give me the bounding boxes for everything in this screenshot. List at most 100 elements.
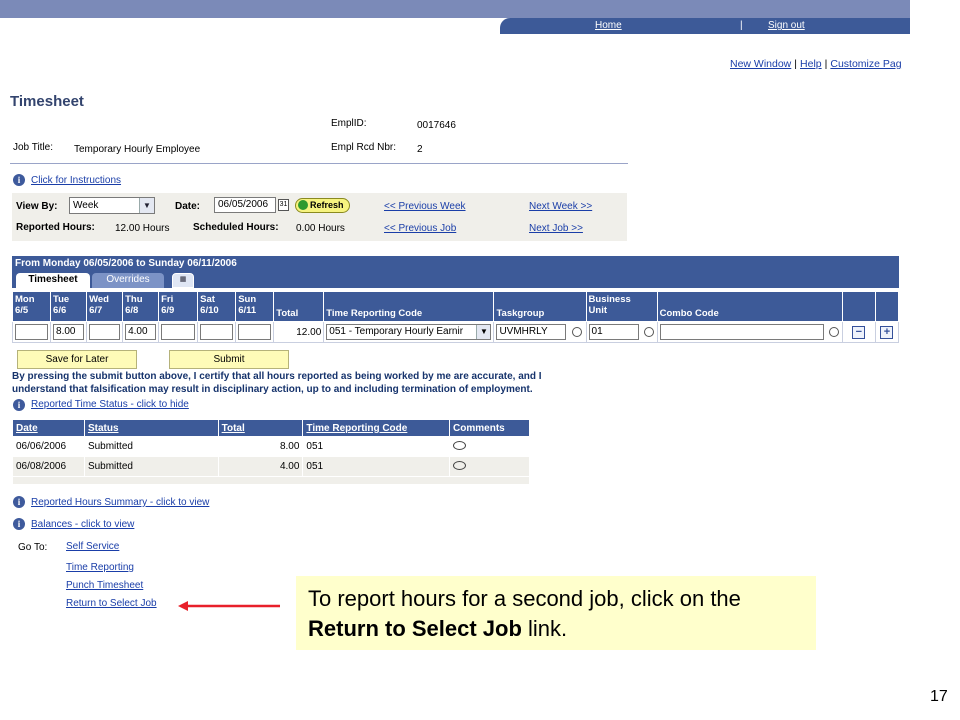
status-header-comments: Comments bbox=[449, 419, 530, 437]
home-link[interactable]: Home bbox=[595, 20, 622, 31]
column-header-thu: Thu 6/8 bbox=[122, 291, 160, 322]
tab-bar: Timesheet Overrides ▦ bbox=[12, 271, 899, 288]
hours-input-fri[interactable] bbox=[161, 324, 196, 340]
signout-link[interactable]: Sign out bbox=[768, 20, 805, 31]
column-header-combo-code: Combo Code bbox=[656, 291, 843, 322]
scheduled-hours-label: Scheduled Hours: bbox=[193, 222, 279, 233]
chevron-down-icon: ▼ bbox=[139, 198, 154, 213]
date-label: Date: bbox=[175, 201, 201, 212]
view-by-value: Week bbox=[73, 200, 99, 211]
info-icon: i bbox=[13, 496, 25, 508]
column-header-sun: Sun 6/11 bbox=[235, 291, 275, 322]
top-links: New Window | Help | Customize Pag bbox=[730, 58, 902, 70]
emplid-label: EmplID: bbox=[331, 118, 367, 129]
combo-code-input[interactable] bbox=[659, 324, 824, 340]
time-reporting-link[interactable]: Time Reporting bbox=[66, 562, 134, 573]
empl-rcd-label: Empl Rcd Nbr: bbox=[331, 142, 397, 153]
hours-input-sun[interactable] bbox=[238, 324, 272, 340]
new-window-link[interactable]: New Window bbox=[730, 58, 791, 70]
column-header-delete bbox=[841, 291, 876, 322]
hours-input-mon[interactable] bbox=[15, 324, 49, 340]
goto-label: Go To: bbox=[18, 542, 48, 553]
view-by-label: View By: bbox=[16, 201, 58, 212]
column-header-taskgroup: Taskgroup bbox=[493, 291, 587, 322]
hours-input-thu[interactable]: 4.00 bbox=[125, 324, 157, 340]
reported-time-status-link[interactable]: Reported Time Status - click to hide bbox=[31, 399, 189, 410]
empl-rcd-value: 2 bbox=[417, 144, 423, 155]
status-date: 06/08/2006 bbox=[12, 456, 85, 477]
info-icon: i bbox=[13, 174, 25, 186]
show-all-columns-icon[interactable]: ▦ bbox=[172, 273, 194, 288]
previous-week-link[interactable]: << Previous Week bbox=[384, 201, 466, 212]
reported-hours-value: 12.00 Hours bbox=[115, 223, 170, 234]
status-header-total[interactable]: Total bbox=[217, 419, 304, 437]
column-header-trc: Time Reporting Code bbox=[323, 291, 495, 322]
next-job-link[interactable]: Next Job >> bbox=[529, 223, 583, 234]
info-icon: i bbox=[13, 518, 25, 530]
hours-input-tue[interactable]: 8.00 bbox=[53, 324, 85, 340]
certification-text: By pressing the submit button above, I c… bbox=[12, 371, 542, 395]
status-header-status[interactable]: Status bbox=[83, 419, 219, 437]
search-icon[interactable] bbox=[572, 327, 583, 337]
tab-timesheet[interactable]: Timesheet bbox=[16, 273, 90, 288]
hours-input-sat[interactable] bbox=[200, 324, 234, 340]
status-total: 8.00 bbox=[217, 436, 304, 457]
submit-button[interactable]: Submit bbox=[169, 350, 289, 369]
status-date: 06/06/2006 bbox=[12, 436, 85, 457]
top-links-separator: | bbox=[824, 58, 828, 70]
divider bbox=[10, 163, 628, 164]
add-row-icon[interactable]: + bbox=[880, 325, 894, 339]
timesheet-row: 8.00 4.00 12.00 051 - Temporary Hourly E… bbox=[11, 321, 900, 343]
comment-icon[interactable] bbox=[453, 440, 467, 450]
status-header-trc[interactable]: Time Reporting Code bbox=[302, 419, 451, 437]
balances-link[interactable]: Balances - click to view bbox=[31, 519, 134, 530]
info-icon: i bbox=[13, 399, 25, 411]
table-row: 06/06/2006 Submitted 8.00 051 bbox=[12, 436, 530, 457]
previous-job-link[interactable]: << Previous Job bbox=[384, 223, 456, 234]
calendar-icon[interactable]: 31 bbox=[278, 199, 289, 211]
return-to-select-job-link[interactable]: Return to Select Job bbox=[66, 598, 157, 609]
status-status: Submitted bbox=[83, 456, 219, 477]
column-header-wed: Wed 6/7 bbox=[86, 291, 124, 322]
hours-input-wed[interactable] bbox=[89, 324, 121, 340]
status-status: Submitted bbox=[83, 436, 219, 457]
callout-box: To report hours for a second job, click … bbox=[296, 576, 816, 650]
status-header-date[interactable]: Date bbox=[12, 419, 85, 437]
taskgroup-input[interactable]: UVMHRLY bbox=[496, 324, 567, 340]
search-icon[interactable] bbox=[644, 327, 655, 337]
next-week-link[interactable]: Next Week >> bbox=[529, 201, 592, 212]
column-header-fri: Fri 6/9 bbox=[158, 291, 199, 322]
search-icon[interactable] bbox=[829, 327, 840, 337]
job-title-label: Job Title: bbox=[13, 142, 54, 153]
header-separator: | bbox=[740, 20, 743, 31]
emplid-value: 0017646 bbox=[417, 120, 456, 131]
date-input[interactable]: 06/05/2006 bbox=[214, 197, 276, 213]
customize-page-link[interactable]: Customize Pag bbox=[830, 58, 901, 70]
refresh-icon bbox=[298, 200, 308, 210]
status-total: 4.00 bbox=[217, 456, 304, 477]
refresh-button[interactable]: Refresh bbox=[295, 198, 350, 213]
instructions-link[interactable]: Click for Instructions bbox=[31, 175, 121, 186]
punch-timesheet-link[interactable]: Punch Timesheet bbox=[66, 580, 143, 591]
trc-select[interactable]: 051 - Temporary Hourly Earnir ▼ bbox=[326, 324, 492, 340]
status-trc: 051 bbox=[302, 436, 451, 457]
callout-text-bold: Return to Select Job bbox=[308, 616, 522, 641]
column-header-add bbox=[874, 291, 900, 322]
reported-hours-summary-link[interactable]: Reported Hours Summary - click to view bbox=[31, 497, 209, 508]
callout-arrow bbox=[178, 601, 280, 611]
search-panel: View By: Week ▼ Date: 06/05/2006 31 Refr… bbox=[12, 193, 627, 241]
comment-icon[interactable] bbox=[453, 460, 467, 470]
tab-overrides[interactable]: Overrides bbox=[92, 273, 164, 288]
save-for-later-button[interactable]: Save for Later bbox=[17, 350, 137, 369]
help-link[interactable]: Help bbox=[800, 58, 822, 70]
refresh-label: Refresh bbox=[310, 200, 344, 210]
column-header-sat: Sat 6/10 bbox=[197, 291, 237, 322]
business-unit-input[interactable]: 01 bbox=[588, 324, 639, 340]
page-title: Timesheet bbox=[10, 93, 84, 110]
job-title-value: Temporary Hourly Employee bbox=[74, 144, 201, 155]
delete-row-icon[interactable]: − bbox=[852, 325, 866, 339]
view-by-select[interactable]: Week ▼ bbox=[69, 197, 155, 214]
chevron-down-icon: ▼ bbox=[476, 325, 491, 339]
reported-time-status-table: Date Status Total Time Reporting Code Co… bbox=[12, 419, 530, 485]
self-service-link[interactable]: Self Service bbox=[66, 541, 119, 552]
